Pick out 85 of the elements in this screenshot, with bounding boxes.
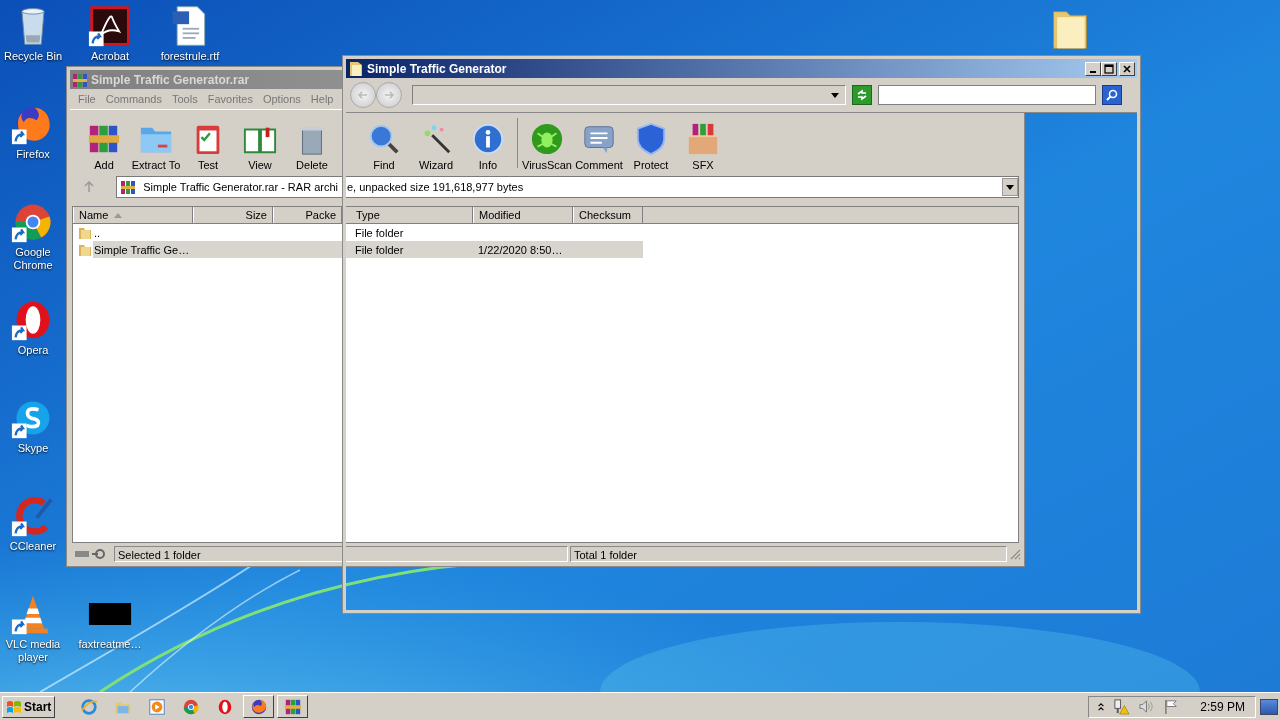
box-icon — [686, 122, 720, 156]
caret-icon — [831, 92, 839, 98]
path-text: Simple Traffic Generator.rar - RAR archi — [143, 181, 338, 193]
maximize-icon — [1104, 63, 1114, 74]
icon-label[interactable]: forestrule.rtf — [160, 50, 220, 63]
minimize-button[interactable] — [1085, 61, 1101, 76]
toolbar-button[interactable]: Comment — [573, 116, 625, 174]
folder-icon — [78, 225, 92, 240]
play-icon — [147, 697, 166, 716]
books-icon — [283, 697, 302, 716]
magnifier-icon — [367, 122, 401, 156]
caret-icon — [1006, 184, 1014, 190]
toolbar-button[interactable]: Find — [358, 116, 410, 174]
column-header[interactable]: Name — [73, 207, 193, 223]
network-warning-icon[interactable] — [1113, 698, 1131, 715]
globe-icon — [79, 697, 98, 716]
path-field[interactable]: Simple Traffic Generator.rar - RAR archi e, unpacked size 191,618,977 bytes — [116, 176, 1019, 198]
brush-icon[interactable] — [11, 494, 55, 538]
toolbar-button[interactable]: SFX — [677, 116, 729, 174]
toolbar-button[interactable]: Protect — [625, 116, 677, 174]
shield-icon — [634, 122, 668, 156]
search-icon — [1105, 88, 1119, 102]
chevron-up-icon[interactable] — [1097, 700, 1106, 713]
bug-icon — [530, 122, 564, 156]
column-header[interactable]: Modified — [473, 207, 573, 223]
file-row[interactable]: .. File folder — [73, 224, 643, 241]
column-header[interactable]: Packe — [273, 207, 342, 223]
up-arrow-icon — [83, 181, 95, 193]
refresh-button[interactable] — [852, 85, 872, 105]
taskbar-button[interactable] — [243, 695, 275, 718]
column-header[interactable]: Size — [193, 207, 273, 223]
folder-icon — [348, 60, 364, 77]
window-title: Simple Traffic Generator.rar — [91, 72, 250, 87]
pdf-icon[interactable] — [88, 4, 132, 48]
maximize-button[interactable] — [1101, 61, 1117, 76]
show-desktop-button[interactable] — [1260, 698, 1278, 715]
search-field[interactable] — [878, 85, 1096, 105]
speaker-icon[interactable] — [1138, 698, 1156, 715]
books-icon — [72, 71, 88, 88]
clock[interactable]: 2:59 PM — [1200, 699, 1245, 714]
refresh-arrows-icon — [855, 88, 869, 102]
close-button[interactable] — [1119, 61, 1135, 76]
start-button[interactable]: Start — [2, 695, 56, 718]
search-button[interactable] — [1102, 85, 1122, 105]
taskbar-button[interactable] — [277, 695, 309, 718]
drive-icon — [74, 548, 108, 560]
toolbar-button[interactable]: Extract To — [130, 116, 182, 174]
folder-icon — [78, 242, 92, 257]
icon-label[interactable]: Skype — [17, 442, 49, 455]
toolbar-button[interactable]: View — [234, 116, 286, 174]
toolbar-button[interactable]: VirusScan — [521, 116, 573, 174]
toolbar-button[interactable]: Add — [78, 116, 130, 174]
toolbar-button[interactable]: Info — [462, 116, 514, 174]
toolbar-button[interactable]: Delete — [286, 116, 338, 174]
status-text: Total 1 folder — [570, 546, 1007, 562]
file-name: Simple Traffic Ge… — [94, 243, 190, 256]
sort-arrow-icon — [114, 212, 123, 218]
books-icon — [120, 179, 136, 195]
icon-label[interactable]: Firefox — [16, 148, 50, 161]
table-cell: File folder — [355, 243, 404, 256]
close-icon — [1122, 63, 1132, 74]
status-text: Selected 1 folder — [114, 546, 568, 562]
toolbar-button[interactable]: Wizard — [410, 116, 462, 174]
four-color-flag-icon — [6, 698, 22, 715]
table-cell: 1/22/2020 8:50… — [478, 243, 563, 256]
icon-label[interactable]: Acrobat — [91, 50, 129, 63]
resize-grip-icon[interactable] — [1009, 548, 1021, 560]
icon-label[interactable]: CCleaner — [9, 540, 57, 553]
column-header[interactable]: Checksum — [573, 207, 643, 223]
info-icon — [471, 122, 505, 156]
column-header[interactable]: Type — [342, 207, 473, 223]
address-field[interactable] — [412, 85, 846, 105]
fox-globe-icon — [249, 697, 268, 716]
icon-label[interactable]: Google Chrome — [1, 246, 65, 272]
path-text: e, unpacked size 191,618,977 bytes — [347, 181, 524, 193]
toolbar-button[interactable]: Test — [182, 116, 234, 174]
file-row[interactable]: Simple Traffic Ge… File folder 1/22/2020 8:50… — [73, 241, 643, 258]
icon-label[interactable]: Opera — [17, 344, 49, 357]
minimize-icon — [1090, 70, 1096, 73]
table-cell: File folder — [355, 226, 404, 239]
ring-logo-icon — [181, 697, 200, 716]
window-title: Simple Traffic Generator — [367, 61, 508, 76]
file-name: .. — [94, 226, 101, 239]
dropdown-button[interactable] — [1002, 178, 1018, 196]
icon-label[interactable]: Recycle Bin — [3, 50, 63, 63]
